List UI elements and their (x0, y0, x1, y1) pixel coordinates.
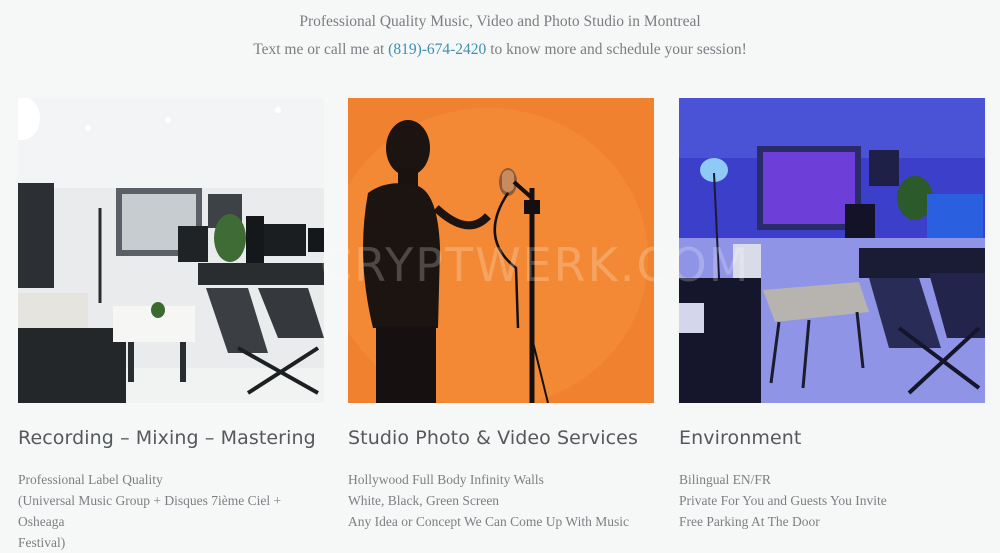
studio-environment-photo (679, 98, 985, 403)
detail-line: Bilingual EN/FR (679, 472, 771, 487)
detail-line: (Universal Music Group + Disques 7ième C… (18, 493, 282, 529)
service-details: Hollywood Full Body Infinity Walls White… (348, 469, 654, 532)
intro-text-after: to know more and schedule your session! (486, 41, 747, 58)
detail-line: Any Idea or Concept We Can Come Up With … (348, 514, 629, 529)
singer-microphone-photo (348, 98, 654, 403)
intro-line-2: Text me or call me at (819)-674-2420 to … (0, 36, 1000, 64)
service-title: Recording – Mixing – Mastering (18, 427, 316, 449)
service-environment: Environment Bilingual EN/FR Private For … (679, 98, 985, 532)
service-details: Bilingual EN/FR Private For You and Gues… (679, 469, 985, 532)
detail-line: Professional Label Quality (18, 472, 163, 487)
intro-text-before: Text me or call me at (253, 41, 389, 58)
recording-studio-photo (18, 98, 324, 403)
service-recording: Recording – Mixing – Mastering Professio… (18, 98, 324, 553)
phone-link[interactable]: (819)-674-2420 (388, 41, 486, 58)
service-photo-video: Studio Photo & Video Services Hollywood … (348, 98, 654, 532)
detail-line: White, Black, Green Screen (348, 493, 500, 508)
detail-line: Private For You and Guests You Invite (679, 493, 887, 508)
service-title: Environment (679, 427, 802, 449)
detail-line: Festival) (18, 535, 66, 550)
service-details: Professional Label Quality (Universal Mu… (18, 469, 324, 553)
intro-line-1: Professional Quality Music, Video and Ph… (299, 13, 701, 30)
detail-line: Free Parking At The Door (679, 514, 820, 529)
intro: Professional Quality Music, Video and Ph… (0, 8, 1000, 64)
detail-line: Hollywood Full Body Infinity Walls (348, 472, 544, 487)
service-title: Studio Photo & Video Services (348, 427, 638, 449)
